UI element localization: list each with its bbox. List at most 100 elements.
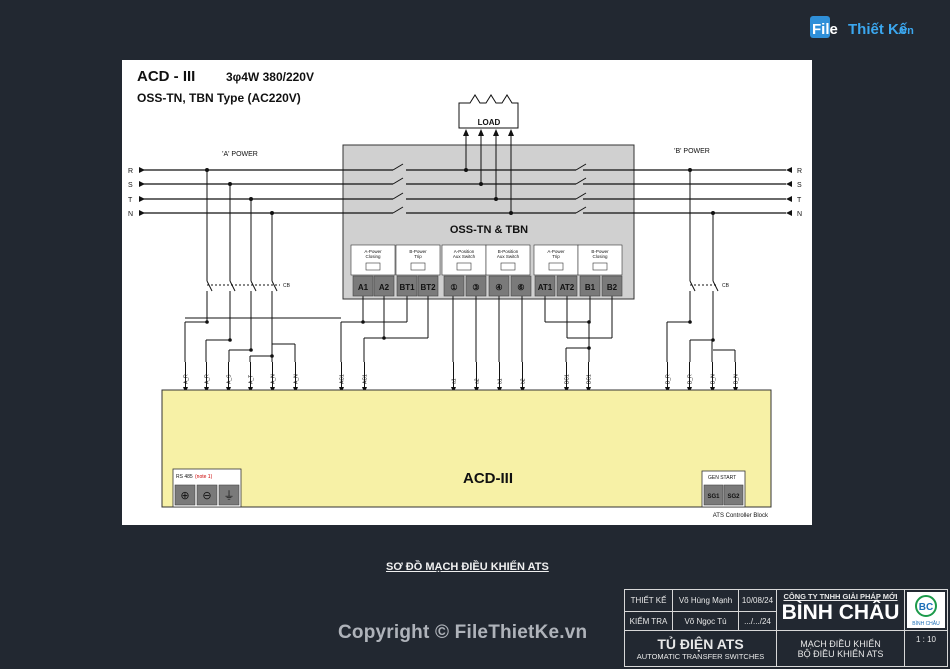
junction-dot — [509, 211, 513, 215]
junction-dot — [270, 354, 274, 358]
rs485-label: RS 485 — [176, 474, 193, 480]
junction-dot — [270, 211, 274, 215]
junction-dot — [249, 197, 253, 201]
cb-label-a: CB — [283, 283, 291, 289]
drawing-caption: SƠ ĐỒ MẠCH ĐIỀU KHIỂN ATS — [386, 561, 549, 573]
designer-label: THIẾT KẾ — [625, 590, 673, 612]
junction-dot — [228, 182, 232, 186]
switch-coil-icon — [592, 262, 608, 271]
company-name-line1: CÔNG TY TNHH GIẢI PHÁP MỚI — [783, 592, 898, 601]
title-block: THIẾT KẾ Võ Hùng Mạnh 10/08/24 KIỂM TRA … — [624, 589, 948, 667]
wire-label: A_R — [184, 374, 190, 384]
b-power-label: 'B' POWER — [674, 148, 710, 155]
wire-label: B_N — [711, 374, 717, 384]
rs485-port: RS 485 (note 1) ⊕ ⊖ ⏚ — [172, 468, 242, 508]
switch-coil-icon — [548, 262, 564, 271]
company-logo: BC BÌNH CHÂU — [905, 590, 947, 631]
switch-group-label: Aux Switch — [453, 254, 476, 259]
switch-coil-icon — [410, 262, 426, 271]
rs485-terminal-icon: ⏚ — [224, 489, 235, 502]
cb-label-b: CB — [722, 283, 730, 289]
junction-dot — [587, 346, 591, 350]
diagram-subtitle: OSS-TN, TBN Type (AC220V) — [137, 91, 301, 105]
scale: 1 : 10 — [915, 635, 936, 644]
phase-label-right: T — [797, 197, 802, 204]
phase-label-right: N — [797, 211, 802, 218]
wire-label: AC1 — [363, 374, 369, 384]
junction-dot — [228, 338, 232, 342]
controller-name: ACD-III — [463, 470, 513, 487]
wire-label: B_R — [666, 374, 672, 384]
gen-terminal-label: SG2 — [727, 494, 740, 500]
wire-label: B_R — [688, 374, 694, 384]
switch-terminal-label: BT1 — [399, 283, 415, 292]
junction-dot — [205, 320, 209, 324]
junction-dot — [249, 348, 253, 352]
switch-terminal-label: A2 — [379, 283, 390, 292]
diagram-spec: 3φ4W 380/220V — [226, 70, 314, 84]
wire-label: A_S — [227, 374, 233, 384]
gen-start-port: GEN START SG1 SG2 — [701, 470, 746, 508]
phase-label-left: R — [128, 168, 133, 175]
switch-terminal-label: B1 — [585, 283, 596, 292]
junction-dot — [688, 168, 692, 172]
company-logo-icon: BC BÌNH CHÂU — [907, 592, 945, 628]
switch-terminal-label: AT2 — [560, 283, 575, 292]
junction-dot — [479, 182, 483, 186]
junction-dot — [711, 338, 715, 342]
diagram-title: ACD - III — [137, 68, 195, 85]
a-power-label: 'A' POWER — [222, 151, 258, 158]
wire-label: b1 — [498, 378, 504, 384]
junction-dot — [464, 168, 468, 172]
junction-dot — [205, 168, 209, 172]
phase-label-left: S — [128, 182, 133, 189]
wire-label: a1 — [452, 378, 458, 384]
gen-terminal-label: SG1 — [707, 494, 720, 500]
project-title: TỦ ĐIỆN ATS — [657, 636, 744, 652]
junction-dot — [361, 320, 365, 324]
phase-label-left: T — [128, 197, 133, 204]
copyright-watermark: Copyright © FileThietKe.vn — [338, 622, 588, 643]
company-name-line2: BÌNH CHÂU — [781, 601, 900, 624]
wire-label: A_T — [249, 375, 255, 384]
wire-label: BC1 — [565, 374, 571, 384]
project-subtitle: AUTOMATIC TRANSFER SWITCHES — [636, 652, 765, 661]
company-cell: CÔNG TY TNHH GIẢI PHÁP MỚI BÌNH CHÂU — [777, 590, 905, 631]
checker-label: KIỂM TRA — [625, 612, 673, 631]
junction-dot — [382, 336, 386, 340]
junction-dot — [688, 320, 692, 324]
wire-label: BC1 — [587, 374, 593, 384]
switch-group-label: Closing — [365, 254, 381, 259]
phase-label-right: S — [797, 182, 802, 189]
wire-label: a2 — [475, 378, 481, 384]
switch-coil-icon — [456, 262, 472, 271]
rs485-terminal-icon: ⊖ — [202, 489, 211, 502]
switch-terminal-label: ⑥ — [517, 283, 524, 292]
switch-terminal-label: A1 — [358, 283, 369, 292]
wire-label: b2 — [521, 378, 527, 384]
junction-dot — [711, 211, 715, 215]
switch-group-label: Closing — [592, 254, 608, 259]
switch-title: OSS-TN & TBN — [450, 224, 528, 236]
phase-label-right: R — [797, 168, 802, 175]
junction-dot — [587, 320, 591, 324]
switch-terminal-label: ① — [450, 283, 457, 292]
switch-terminal-label: B2 — [607, 283, 618, 292]
switch-terminal-label: BT2 — [420, 283, 436, 292]
gen-start-label: GEN START — [708, 475, 736, 481]
phase-label-left: N — [128, 211, 133, 218]
designer-name: Võ Hùng Mạnh — [673, 590, 739, 612]
checker-name: Võ Ngọc Tú — [673, 612, 739, 631]
controller-footer: ATS Controller Block — [713, 513, 769, 519]
switch-coil-icon — [500, 262, 516, 271]
project-cell: TỦ ĐIỆN ATS AUTOMATIC TRANSFER SWITCHES — [625, 631, 777, 666]
switch-terminal-label: ④ — [495, 283, 502, 292]
checker-date: .../.../24 — [739, 612, 777, 631]
wire-label: A_R — [205, 374, 211, 384]
designer-date: 10/08/24 — [739, 590, 777, 612]
load-label: LOAD — [478, 118, 501, 127]
switch-coil-icon — [365, 262, 381, 271]
drawing-title-line1: MẠCH ĐIỀU KHIỂN — [800, 638, 881, 649]
switch-group-label: Trip — [552, 254, 560, 259]
svg-text:BC: BC — [919, 602, 933, 613]
